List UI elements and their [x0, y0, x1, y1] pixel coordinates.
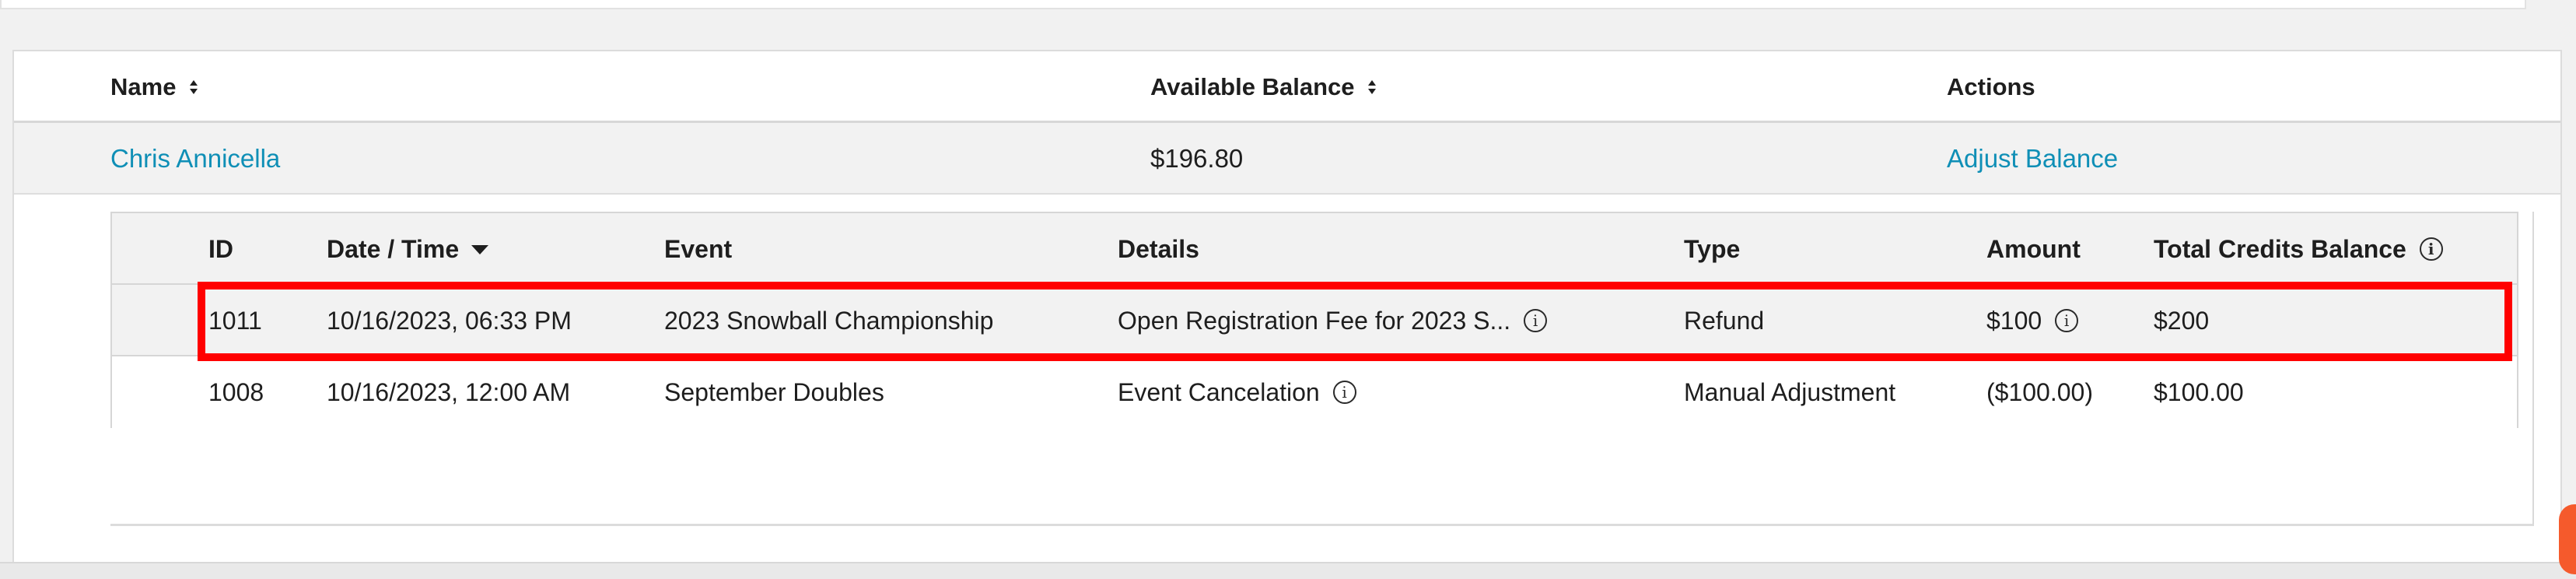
info-icon[interactable]: i [2055, 308, 2079, 332]
event-link[interactable]: 2023 Snowball Championship [664, 285, 993, 356]
column-header-id: ID [208, 235, 233, 263]
transaction-details: Open Registration Fee for 2023 S... i [1118, 285, 1548, 356]
table-row[interactable]: 1008 10/16/2023, 12:00 AM September Doub… [112, 356, 2517, 428]
column-header-amount: Amount [1986, 235, 2081, 263]
transaction-details-text: Event Cancelation [1118, 378, 1320, 406]
column-header-date-time[interactable]: Date / Time [327, 213, 489, 285]
top-panel-edge [0, 0, 2526, 9]
transaction-date-time: 10/16/2023, 12:00 AM [327, 378, 571, 406]
column-header-total-credits-balance: Total Credits Balance i [2154, 213, 2443, 285]
transaction-type: Refund [1684, 307, 1765, 335]
transaction-date-time: 10/16/2023, 06:33 PM [327, 307, 572, 335]
column-header-event: Event [664, 235, 733, 263]
transaction-history-table: ID Date / Time Event Details Type Amount… [110, 212, 2518, 428]
column-header-available-balance-label: Available Balance [1150, 73, 1355, 100]
transaction-type: Manual Adjustment [1684, 378, 1896, 406]
sort-icon [1368, 79, 1377, 94]
credits-table: Name Available Balance Actions Chris Ann… [12, 50, 2562, 563]
sort-icon [190, 79, 198, 94]
help-widget-tab[interactable] [2559, 504, 2576, 574]
transaction-id: 1008 [208, 378, 264, 406]
column-header-type: Type [1684, 235, 1741, 263]
column-header-name-label: Name [110, 73, 177, 100]
column-header-available-balance[interactable]: Available Balance [1150, 51, 1377, 123]
transaction-id: 1011 [208, 307, 262, 335]
transaction-amount: $100 i [1986, 285, 2079, 356]
transaction-total-credits-balance: $100.00 [2154, 378, 2244, 406]
transaction-amount-text: $100 [1986, 307, 2042, 335]
column-header-actions: Actions [1947, 73, 2035, 100]
column-header-date-time-label: Date / Time [327, 235, 460, 263]
info-icon[interactable]: i [2419, 237, 2443, 261]
transaction-total-credits-balance: $200 [2154, 307, 2210, 335]
player-name-link[interactable]: Chris Annicella [110, 123, 280, 195]
info-icon[interactable]: i [1524, 308, 1548, 332]
transaction-details: Event Cancelation i [1118, 356, 1356, 428]
event-name: September Doubles [664, 378, 884, 406]
info-icon[interactable]: i [1332, 380, 1356, 404]
table-row: Chris Annicella $196.80 Adjust Balance [14, 123, 2560, 195]
column-header-name[interactable]: Name [110, 51, 198, 123]
transaction-history-panel: ID Date / Time Event Details Type Amount… [110, 212, 2534, 526]
adjust-balance-link[interactable]: Adjust Balance [1947, 123, 2118, 195]
credits-table-header: Name Available Balance Actions [14, 51, 2560, 123]
column-header-total-credits-balance-label: Total Credits Balance [2154, 235, 2406, 263]
caret-down-icon [471, 244, 489, 254]
transaction-amount: ($100.00) [1986, 378, 2093, 406]
available-balance-value: $196.80 [1150, 144, 1244, 173]
column-header-details: Details [1118, 235, 1199, 263]
table-row[interactable]: 1011 10/16/2023, 06:33 PM 2023 Snowball … [112, 285, 2517, 356]
transaction-details-text: Open Registration Fee for 2023 S... [1118, 307, 1511, 335]
bottom-panel-edge [0, 562, 2576, 579]
transaction-table-header: ID Date / Time Event Details Type Amount… [112, 213, 2517, 285]
